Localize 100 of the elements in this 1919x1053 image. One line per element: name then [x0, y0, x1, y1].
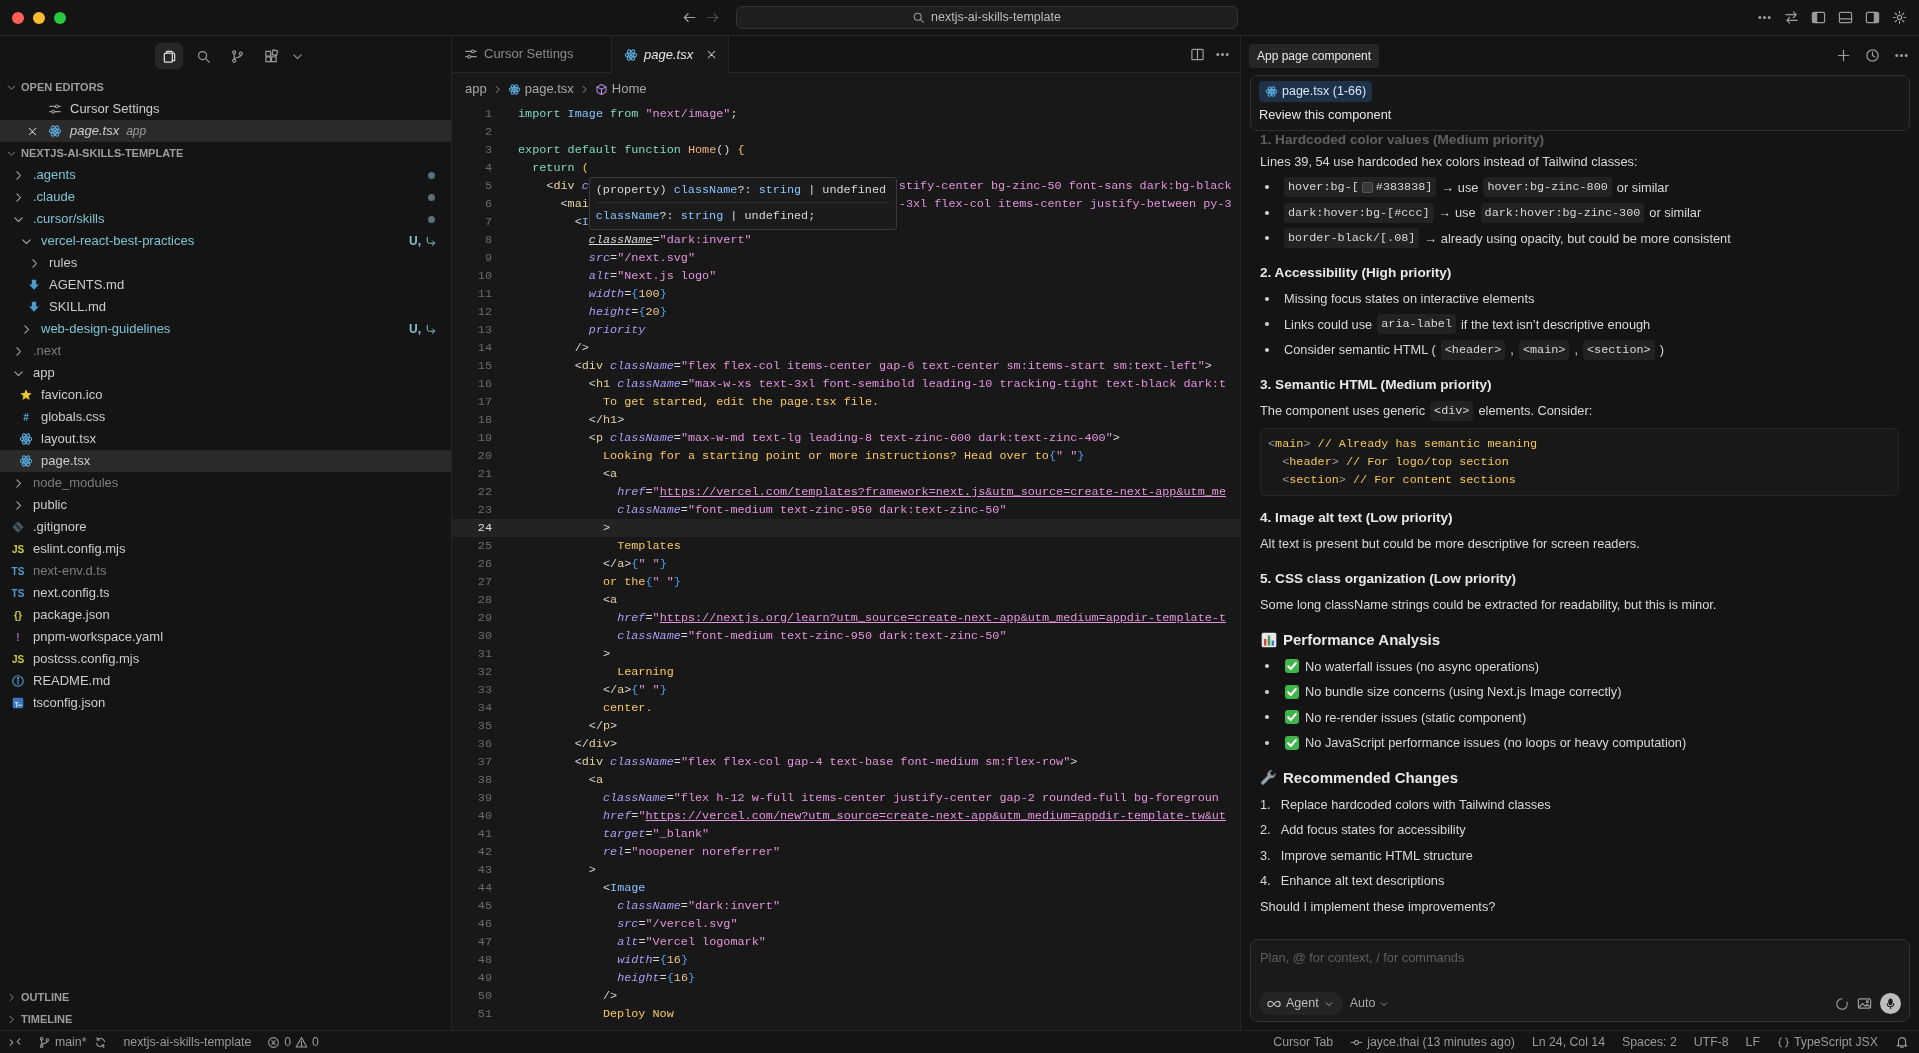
code-line: <a — [601, 466, 618, 483]
line-number: 26 — [476, 556, 492, 573]
open-editor-item[interactable]: page.tsx app — [0, 120, 451, 142]
bottom-panel-icon[interactable] — [1838, 10, 1853, 25]
open-editor-item[interactable]: Cursor Settings — [0, 98, 451, 120]
line-number: 49 — [476, 970, 492, 987]
status-item[interactable]: Ln 24, Col 14 — [1531, 1032, 1606, 1052]
message-text: Lines 39, 54 use hardcoded hex colors instead of Tailwind classes: — [1260, 152, 1638, 171]
line-number: 6 — [483, 196, 492, 213]
plus-icon[interactable] — [1836, 48, 1851, 63]
swap-arrows-icon[interactable] — [1784, 10, 1799, 25]
breadcrumb-item[interactable]: Home — [594, 79, 647, 99]
file-item[interactable]: ! pnpm-workspace.yaml — [0, 626, 451, 648]
status-item[interactable]: Cursor Tab — [1273, 1032, 1334, 1052]
minimize-button[interactable] — [33, 11, 45, 24]
code-block: <main> // Already has semantic meaning <header> // For logo/top section <section> // For content sections — [1260, 427, 1899, 496]
maximize-button[interactable] — [54, 11, 66, 24]
microphone-button[interactable] — [1880, 993, 1901, 1015]
settings-icon — [464, 47, 478, 61]
left-sidebar-icon[interactable] — [1811, 10, 1826, 25]
folder-item[interactable]: .agents — [0, 164, 451, 186]
chat-tab[interactable]: App page component — [1249, 43, 1380, 68]
split-editor-icon[interactable] — [1190, 46, 1205, 62]
breadcrumb-item[interactable]: app — [465, 79, 487, 99]
file-item[interactable]: .gitignore — [0, 516, 451, 538]
status-item[interactable]: jayce.thai (13 minutes ago) — [1350, 1032, 1515, 1052]
folder-item[interactable]: rules — [0, 252, 451, 274]
section-heading: Performance Analysis — [1283, 629, 1441, 650]
section-header[interactable]: NEXTJS-AI-SKILLS-TEMPLATE — [0, 142, 451, 164]
line-number: 41 — [476, 826, 492, 843]
inline-code: <main> — [1518, 339, 1570, 360]
branch-status[interactable]: main* — [38, 1032, 87, 1052]
folder-item[interactable]: vercel-react-best-practices U, — [0, 230, 451, 252]
sync-icon[interactable] — [94, 1035, 108, 1049]
code-line: </h1> — [587, 412, 625, 429]
section-header[interactable]: TIMELINE — [0, 1008, 451, 1030]
code-line: target="_blank" — [601, 826, 710, 843]
chat-input[interactable]: Plan, @ for context, / for commands — [1259, 948, 1901, 968]
file-path-text: app — [126, 123, 147, 140]
file-chip[interactable]: page.tsx (1-66) — [1259, 81, 1373, 102]
bullet-icon — [1265, 347, 1269, 352]
file-item[interactable]: tsconfig.json — [0, 692, 451, 714]
error-icon — [267, 1035, 281, 1049]
section-header[interactable]: OPEN EDITORS — [0, 76, 451, 98]
bell-icon[interactable] — [1895, 1035, 1909, 1049]
file-item[interactable]: TS next-env.d.ts — [0, 560, 451, 582]
folder-item[interactable]: web-design-guidelines U, — [0, 318, 451, 340]
editor-tab[interactable]: page.tsx — [612, 36, 730, 73]
line-number: 24 — [476, 520, 492, 537]
files-tab[interactable] — [155, 43, 183, 69]
model-dropdown[interactable]: Auto — [1349, 994, 1390, 1013]
star-icon — [19, 388, 33, 402]
right-sidebar-icon[interactable] — [1865, 10, 1880, 25]
image-icon[interactable] — [1857, 996, 1872, 1012]
file-item[interactable]: README.md — [0, 670, 451, 692]
file-item[interactable]: favicon.ico — [0, 384, 451, 406]
bullet-icon — [1265, 236, 1269, 241]
status-item[interactable]: UTF-8 — [1693, 1032, 1729, 1052]
folder-item[interactable]: app — [0, 362, 451, 384]
code-line: <div c — [545, 178, 589, 195]
message-text: , — [1574, 341, 1578, 360]
code-line: href="https://vercel.com/new?utm_source=create-next-app&utm_medium=appdir-template-tw&ut — [601, 808, 1226, 825]
problems-status[interactable]: 0 0 — [267, 1032, 319, 1052]
file-item[interactable]: {} package.json — [0, 604, 451, 626]
close-button[interactable] — [12, 11, 24, 24]
settings-icon[interactable] — [1892, 10, 1907, 25]
folder-item[interactable]: node_modules — [0, 472, 451, 494]
remote-icon[interactable] — [8, 1035, 22, 1049]
folder-item[interactable]: .cursor/skills — [0, 208, 451, 230]
line-number: 36 — [476, 736, 492, 753]
file-item[interactable]: AGENTS.md — [0, 274, 451, 296]
file-item[interactable]: layout.tsx — [0, 428, 451, 450]
file-type-icon: {} — [14, 607, 22, 623]
file-type-icon: TS — [11, 563, 25, 579]
folder-item[interactable]: .claude — [0, 186, 451, 208]
file-item[interactable]: SKILL.md — [0, 296, 451, 318]
file-item[interactable]: JS eslint.config.mjs — [0, 538, 451, 560]
back-icon[interactable] — [681, 10, 697, 25]
code-line: return ( — [531, 160, 589, 177]
code-line: priority — [587, 322, 646, 339]
agent-mode-dropdown[interactable]: Agent — [1259, 992, 1342, 1015]
tooltip-text: (property) className?: string | undefined — [595, 180, 891, 203]
section-header[interactable]: OUTLINE — [0, 986, 451, 1008]
status-item[interactable]: TypeScript JSX — [1776, 1032, 1878, 1052]
line-number: 40 — [476, 808, 492, 825]
status-item[interactable]: Spaces: 2 — [1622, 1032, 1677, 1052]
status-item[interactable]: LF — [1745, 1032, 1760, 1052]
inline-code: <div> — [1430, 400, 1474, 421]
folder-item[interactable]: .next — [0, 340, 451, 362]
workspace-status[interactable]: nextjs-ai-skills-template — [123, 1032, 252, 1052]
line-number: 1 — [483, 106, 492, 123]
line-number: 18 — [476, 412, 492, 429]
file-item[interactable]: page.tsx — [0, 450, 451, 472]
file-item[interactable]: # globals.css — [0, 406, 451, 428]
file-item[interactable]: JS postcss.config.mjs — [0, 648, 451, 670]
file-item[interactable]: TS next.config.ts — [0, 582, 451, 604]
history-icon[interactable] — [1865, 48, 1880, 63]
folder-item[interactable]: public — [0, 494, 451, 516]
breadcrumb-item[interactable]: page.tsx — [507, 79, 574, 99]
search-field[interactable]: nextjs-ai-skills-template — [735, 6, 1238, 29]
